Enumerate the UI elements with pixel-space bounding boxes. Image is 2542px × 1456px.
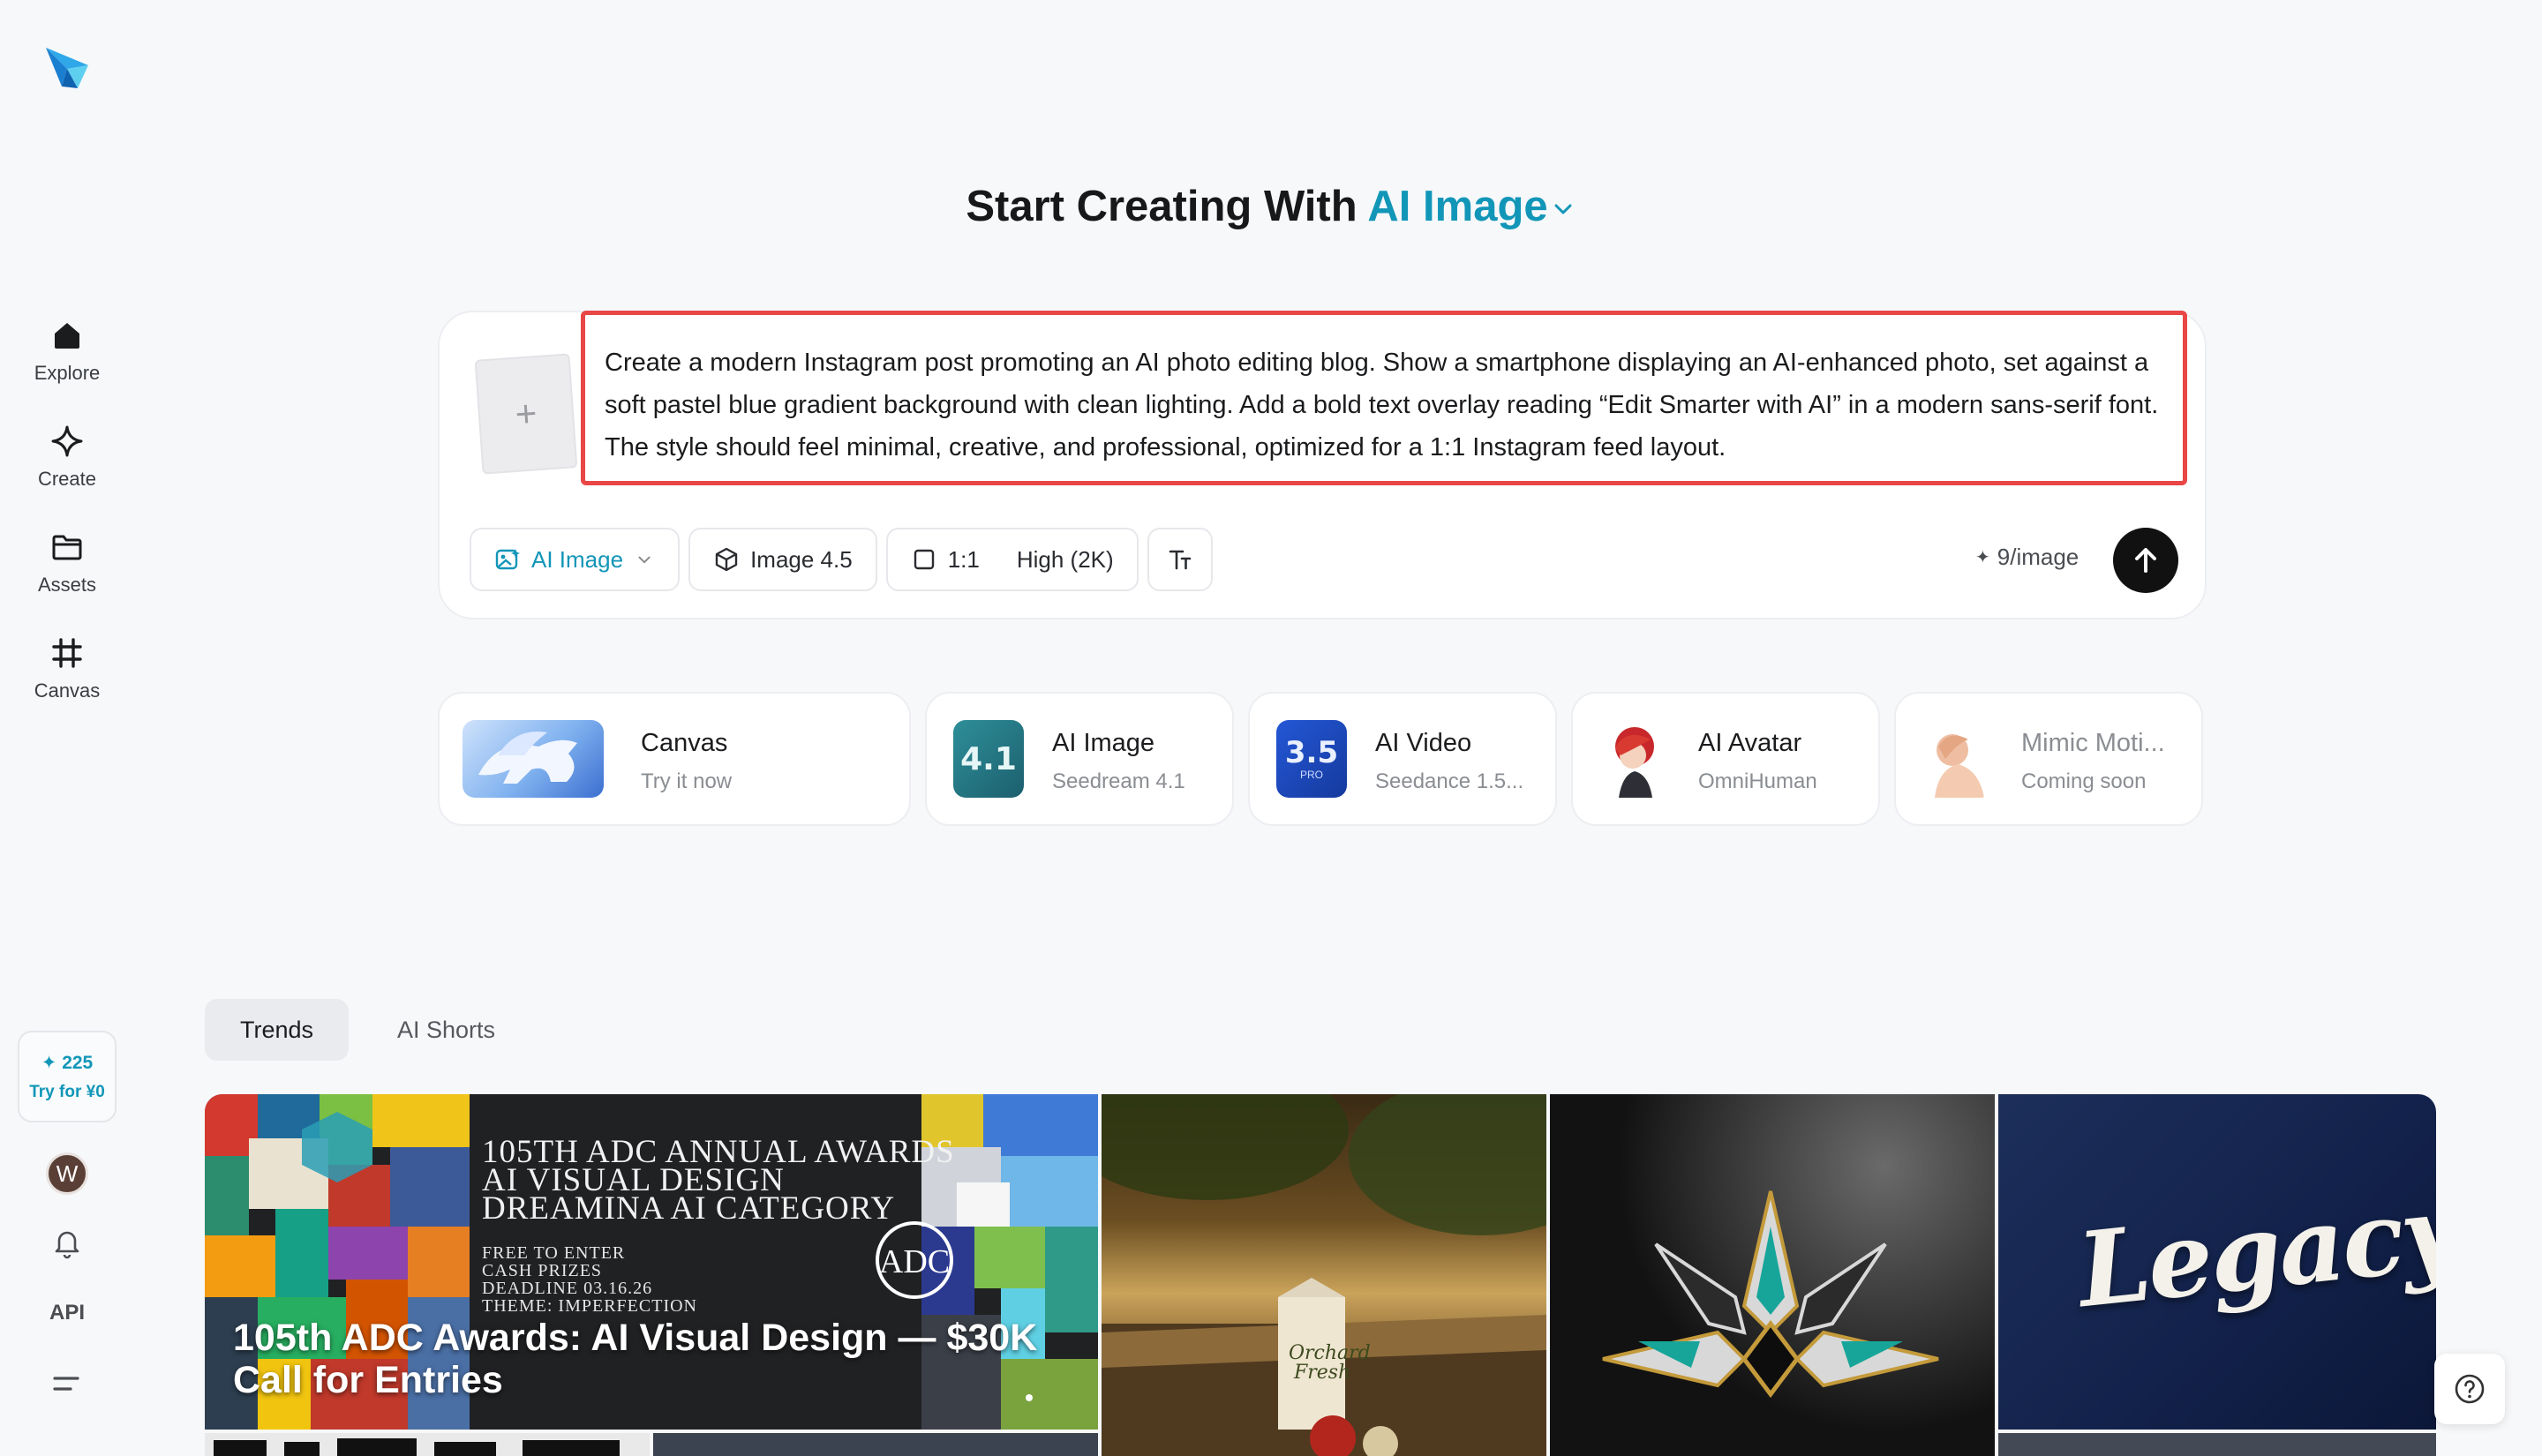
ai-video-badge-sub: PRO xyxy=(1299,769,1323,781)
trends-gallery: 105TH ADC ANNUAL AWARDS AI VISUAL DESIGN… xyxy=(205,1094,2436,1456)
sidebar-item-label: Create xyxy=(37,468,97,490)
mode-dropdown-label: AI Image xyxy=(531,545,624,573)
sidebar-item-label: Assets xyxy=(37,574,97,596)
feature-card-mimic-motion[interactable]: Mimic Moti... Coming soon xyxy=(1894,692,2203,826)
pegasus-thumbnail xyxy=(463,720,604,798)
mode-selector-label: AI Image xyxy=(1367,183,1548,230)
feature-subtitle: Coming soon xyxy=(2021,769,2147,793)
cube-icon xyxy=(715,547,738,572)
text-size-icon xyxy=(1169,550,1191,570)
ratio-label: 1:1 xyxy=(947,545,980,573)
sparkle-icon: ✦ xyxy=(1975,548,1990,567)
model-selector[interactable]: Image 4.5 xyxy=(688,528,877,591)
tab-ai-shorts[interactable]: AI Shorts xyxy=(362,999,530,1061)
api-link[interactable]: API xyxy=(0,1301,134,1325)
aspect-ratio-icon xyxy=(914,549,934,570)
arrow-up-icon xyxy=(2135,548,2156,573)
text-settings-button[interactable] xyxy=(1147,528,1213,591)
sidebar-item-assets[interactable]: Assets xyxy=(0,529,134,597)
feature-card-ai-avatar[interactable]: AI Avatar OmniHuman xyxy=(1571,692,1880,826)
feature-subtitle: Seedream 4.1 xyxy=(1052,769,1185,793)
cost-label: 9/image xyxy=(1997,544,2079,570)
legacy-photo-tile[interactable]: Legacy xyxy=(1998,1094,2436,1430)
frame-icon xyxy=(52,638,82,668)
bell-icon[interactable] xyxy=(49,1225,85,1260)
feature-title: Mimic Moti... xyxy=(2021,729,2165,757)
title-prefix: Start Creating With xyxy=(966,183,1357,230)
adc-logo-text: ADC xyxy=(879,1243,950,1280)
mode-selector[interactable]: AI Image xyxy=(1367,183,1576,230)
page-title: Start Creating With AI Image xyxy=(0,182,2542,231)
prompt-toolbar: AI Image Image 4.5 1:1 High (2K) xyxy=(470,528,1213,591)
sidebar-item-label: Canvas xyxy=(34,679,101,702)
add-reference-button[interactable]: + xyxy=(474,353,578,475)
sidebar-item-explore[interactable]: Explore xyxy=(0,318,134,385)
banner-detail-line: FREE TO ENTER xyxy=(482,1243,626,1263)
banner-headline: 105TH ADC ANNUAL AWARDS AI VISUAL DESIGN… xyxy=(482,1136,955,1225)
feature-card-canvas[interactable]: Canvas Try it now xyxy=(438,692,911,826)
orchard-illustration: Orchard Fresh xyxy=(1102,1094,1546,1456)
quality-label: High (2K) xyxy=(1016,545,1114,573)
chevron-down-icon xyxy=(638,556,651,564)
sparkle-icon xyxy=(51,425,83,457)
orchard-photo-tile[interactable]: Orchard Fresh xyxy=(1102,1094,1546,1456)
menu-icon[interactable] xyxy=(51,1370,83,1398)
next-row-tile-2[interactable] xyxy=(653,1433,1098,1456)
adc-logo: ADC xyxy=(876,1221,953,1299)
help-button[interactable] xyxy=(2434,1354,2505,1424)
brooch-illustration xyxy=(1602,1190,1939,1399)
next-row-tile-3[interactable] xyxy=(1998,1433,2436,1456)
next-row-preview xyxy=(214,1438,620,1456)
prompt-text: Create a modern Instagram post promoting… xyxy=(605,349,2159,462)
ai-video-badge: 3.5 xyxy=(1284,735,1339,770)
banner-detail-line: THEME: IMPERFECTION xyxy=(482,1296,697,1316)
try-free-link[interactable]: Try for ¥0 xyxy=(29,1083,105,1102)
feature-title: AI Image xyxy=(1052,729,1155,757)
home-icon xyxy=(55,323,79,349)
carton-label-2: Fresh xyxy=(1293,1362,1350,1384)
carousel-dot[interactable] xyxy=(1026,1394,1033,1401)
next-row-tile[interactable] xyxy=(205,1433,650,1456)
legacy-wordmark: Legacy xyxy=(2072,1171,2436,1332)
banner-detail-line: CASH PRIZES xyxy=(482,1261,603,1280)
avatar[interactable]: W xyxy=(46,1152,88,1195)
credits-amount: ✦ 225 xyxy=(41,1052,94,1073)
ratio-quality-selector[interactable]: 1:1 High (2K) xyxy=(885,528,1139,591)
ai-image-badge: 4.1 xyxy=(960,740,1017,777)
banner-title: 105th ADC Awards: AI Visual Design — $30… xyxy=(233,1317,1038,1401)
feature-card-ai-video[interactable]: 3.5 PRO AI Video Seedance 1.5... xyxy=(1248,692,1557,826)
feature-title: Canvas xyxy=(641,729,728,757)
folder-icon xyxy=(52,535,82,560)
chevron-down-icon xyxy=(1554,204,1572,214)
banner-details: FREE TO ENTER CASH PRIZES DEADLINE 03.16… xyxy=(482,1244,697,1315)
feature-card-ai-image[interactable]: 4.1 AI Image Seedream 4.1 xyxy=(925,692,1234,826)
mode-dropdown[interactable]: AI Image xyxy=(470,528,681,591)
prompt-input[interactable]: Create a modern Instagram post promoting… xyxy=(581,311,2187,485)
image-mode-icon xyxy=(495,549,520,570)
ai-image-app-icon: 4.1 xyxy=(953,720,1024,798)
generate-button[interactable] xyxy=(2113,528,2178,593)
adc-awards-banner[interactable]: 105TH ADC ANNUAL AWARDS AI VISUAL DESIGN… xyxy=(205,1094,1098,1430)
app-logo-icon[interactable] xyxy=(42,42,92,92)
feature-title: AI Video xyxy=(1375,729,1472,757)
model-label: Image 4.5 xyxy=(750,545,853,573)
feature-subtitle: Seedance 1.5... xyxy=(1375,769,1524,793)
tab-trends[interactable]: Trends xyxy=(205,999,350,1061)
help-icon xyxy=(2455,1374,2485,1404)
feature-subtitle: OmniHuman xyxy=(1698,769,1817,793)
ai-avatar-thumbnail xyxy=(1599,720,1670,798)
sidebar-item-create[interactable]: Create xyxy=(0,424,134,491)
credits-box[interactable]: ✦ 225 Try for ¥0 xyxy=(18,1031,117,1122)
sidebar-item-label: Explore xyxy=(34,362,101,384)
sidebar-item-canvas[interactable]: Canvas xyxy=(0,635,134,702)
brooch-photo-tile[interactable] xyxy=(1550,1094,1995,1456)
banner-detail-line: DEADLINE 03.16.26 xyxy=(482,1279,653,1298)
feature-title: AI Avatar xyxy=(1698,729,1802,757)
feature-subtitle: Try it now xyxy=(641,769,733,793)
mimic-motion-thumbnail xyxy=(1922,720,1993,798)
cost-indicator: ✦ 9/image xyxy=(1975,544,2079,571)
ai-video-app-icon: 3.5 PRO xyxy=(1276,720,1347,798)
prompt-card: + Create a modern Instagram post promoti… xyxy=(438,311,2207,619)
